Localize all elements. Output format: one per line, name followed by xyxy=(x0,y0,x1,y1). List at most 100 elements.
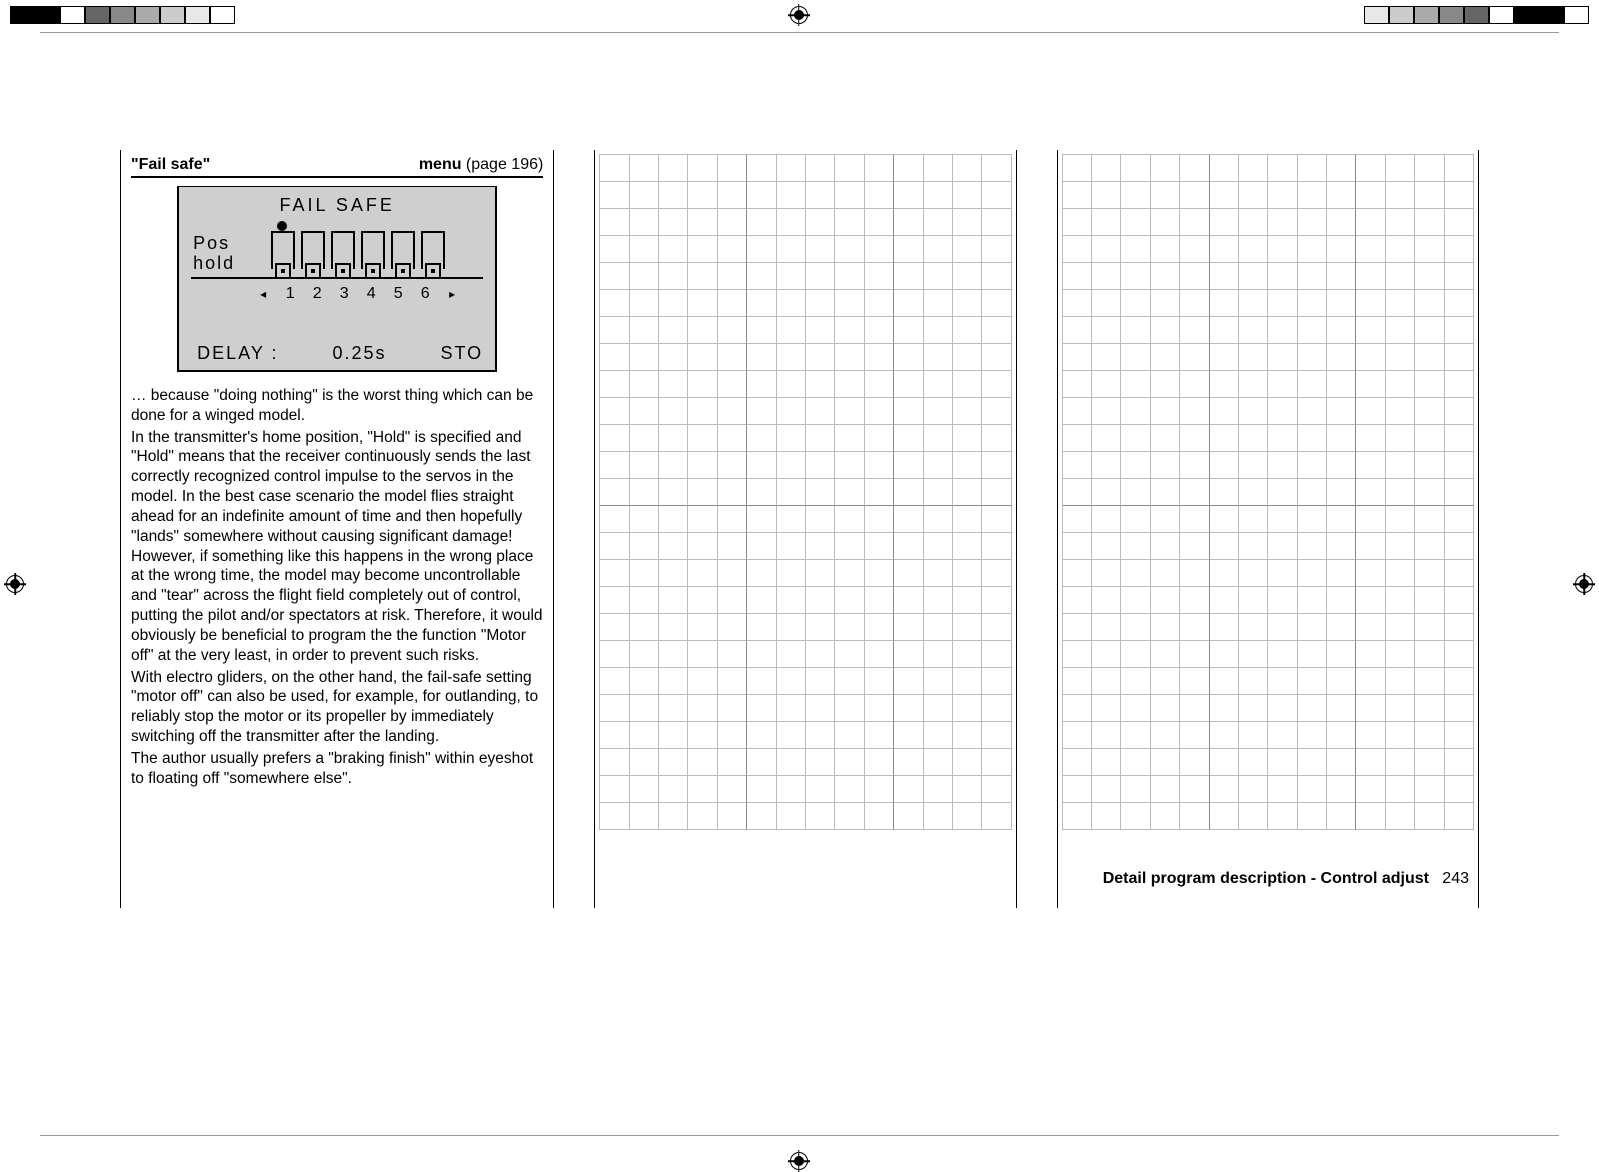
grid-cell xyxy=(1268,236,1297,263)
grid-cell xyxy=(924,209,953,236)
grid-cell xyxy=(894,533,923,560)
grid-cell xyxy=(718,803,747,830)
grid-cell xyxy=(806,452,835,479)
grid-cell xyxy=(835,371,864,398)
grid-cell xyxy=(1445,317,1474,344)
grid-cell xyxy=(1121,263,1150,290)
grid-cell xyxy=(600,182,629,209)
grid-cell xyxy=(1445,533,1474,560)
grid-cell xyxy=(1356,803,1385,830)
grid-cell xyxy=(1210,614,1239,641)
grid-cell xyxy=(1210,533,1239,560)
grid-cell xyxy=(1298,398,1327,425)
grid-cell xyxy=(1298,263,1327,290)
grid-cell xyxy=(1415,668,1444,695)
grid-cell xyxy=(894,695,923,722)
grid-cell xyxy=(1327,533,1356,560)
grid-cell xyxy=(630,209,659,236)
grid-cell xyxy=(630,290,659,317)
grid-cell xyxy=(659,398,688,425)
grid-cell xyxy=(1239,803,1268,830)
grid-cell xyxy=(1180,722,1209,749)
grid-cell xyxy=(1356,695,1385,722)
right-triangle-icon: ▸ xyxy=(440,287,464,301)
grid-cell xyxy=(1092,722,1121,749)
color-swatch xyxy=(135,6,160,24)
grid-cell xyxy=(1415,749,1444,776)
grid-cell xyxy=(1210,209,1239,236)
para-1: … because "doing nothing" is the worst t… xyxy=(131,386,543,426)
grid-cell xyxy=(1386,263,1415,290)
grid-cell xyxy=(747,506,776,533)
grid-cell xyxy=(747,398,776,425)
grid-right xyxy=(1062,154,1474,830)
grid-cell xyxy=(718,452,747,479)
grid-cell xyxy=(1327,344,1356,371)
grid-cell xyxy=(688,263,717,290)
grid-cell xyxy=(1386,749,1415,776)
grid-cell xyxy=(1327,776,1356,803)
grid-cell xyxy=(806,668,835,695)
grid-cell xyxy=(1327,263,1356,290)
right-column xyxy=(1057,150,1479,908)
grid-cell xyxy=(1415,695,1444,722)
grid-cell xyxy=(688,182,717,209)
grid-cell xyxy=(1180,236,1209,263)
grid-cell xyxy=(1356,425,1385,452)
grid-cell xyxy=(630,263,659,290)
color-swatch xyxy=(110,6,135,24)
grid-cell xyxy=(659,587,688,614)
grid-cell xyxy=(1327,479,1356,506)
grid-cell xyxy=(1415,587,1444,614)
grid-cell xyxy=(1386,182,1415,209)
grid-cell xyxy=(924,614,953,641)
grid-cell xyxy=(777,506,806,533)
grid-cell xyxy=(747,344,776,371)
color-swatch xyxy=(210,6,235,24)
grid-cell xyxy=(1298,371,1327,398)
grid-cell xyxy=(982,803,1011,830)
grid-cell xyxy=(1268,533,1297,560)
grid-cell xyxy=(1239,749,1268,776)
grid-cell xyxy=(982,614,1011,641)
grid-cell xyxy=(982,722,1011,749)
grid-cell xyxy=(982,236,1011,263)
grid-cell xyxy=(865,695,894,722)
grid-cell xyxy=(1180,182,1209,209)
grid-cell xyxy=(718,749,747,776)
grid-cell xyxy=(1268,398,1297,425)
color-swatch xyxy=(185,6,210,24)
grid-cell xyxy=(894,290,923,317)
grid-cell xyxy=(806,614,835,641)
grid-cell xyxy=(953,479,982,506)
grid-cell xyxy=(982,506,1011,533)
grid-cell xyxy=(894,263,923,290)
grid-cell xyxy=(894,182,923,209)
grid-cell xyxy=(688,776,717,803)
grid-cell xyxy=(1239,776,1268,803)
grid-cell xyxy=(688,614,717,641)
grid-cell xyxy=(1121,344,1150,371)
grid-cell xyxy=(630,398,659,425)
grid-cell xyxy=(1210,695,1239,722)
grid-cell xyxy=(1386,398,1415,425)
grid-cell xyxy=(1180,263,1209,290)
grid-cell xyxy=(865,263,894,290)
grid-cell xyxy=(1092,479,1121,506)
grid-cell xyxy=(718,506,747,533)
grid-cell xyxy=(1268,506,1297,533)
grid-cell xyxy=(1327,317,1356,344)
grid-cell xyxy=(1151,641,1180,668)
top-center-regmark xyxy=(790,6,810,26)
grid-cell xyxy=(1092,614,1121,641)
grid-cell xyxy=(1151,695,1180,722)
grid-cell xyxy=(865,371,894,398)
grid-cell xyxy=(1092,668,1121,695)
grid-cell xyxy=(1239,614,1268,641)
grid-cell xyxy=(1268,560,1297,587)
grid-cell xyxy=(777,614,806,641)
grid-cell xyxy=(806,236,835,263)
para-4: The author usually prefers a "braking fi… xyxy=(131,749,543,789)
grid-cell xyxy=(1063,236,1092,263)
color-swatch xyxy=(85,6,110,24)
